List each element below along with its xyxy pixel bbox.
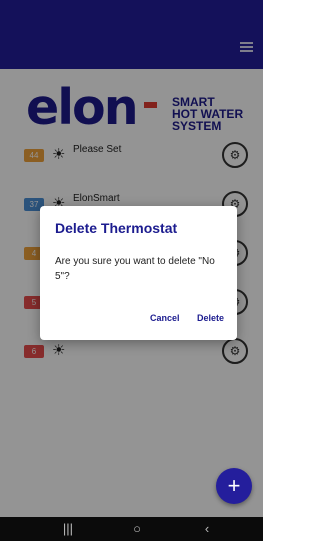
back-icon[interactable]: ‹ [192, 521, 222, 537]
dialog-message: Are you sure you want to delete "No 5"? [55, 256, 215, 282]
recents-icon[interactable]: ||| [53, 521, 83, 537]
cancel-button[interactable]: Cancel [150, 313, 180, 323]
add-thermostat-button[interactable]: + [216, 468, 252, 504]
home-icon[interactable]: ○ [122, 521, 152, 537]
delete-thermostat-dialog: Delete Thermostat Are you sure you want … [40, 206, 237, 340]
dialog-title: Delete Thermostat [55, 220, 178, 236]
android-nav-bar: ||| ○ ‹ [0, 517, 263, 541]
delete-button[interactable]: Delete [197, 313, 224, 323]
